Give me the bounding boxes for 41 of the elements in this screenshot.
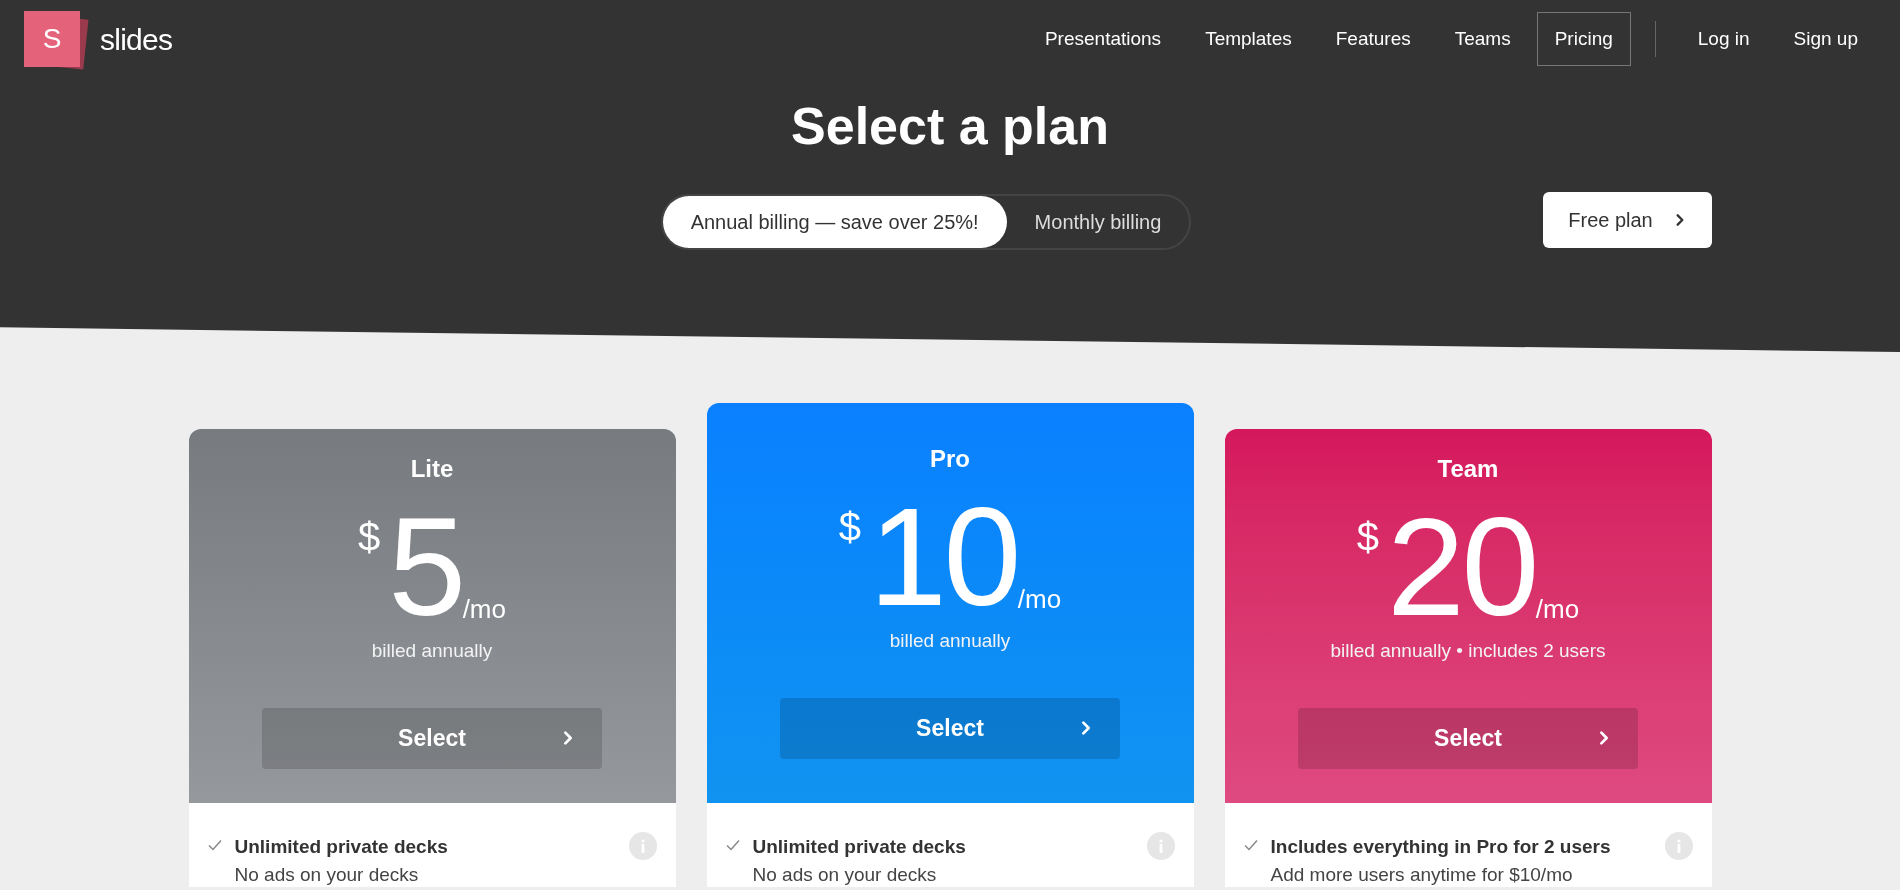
select-button[interactable]: Select xyxy=(262,707,602,769)
plan-name: Pro xyxy=(930,444,970,474)
check-icon xyxy=(206,837,223,853)
plan-name: Team xyxy=(1437,454,1499,484)
plan-name: Lite xyxy=(410,454,454,484)
account-link[interactable]: Log in xyxy=(1679,12,1768,66)
plan-price: 10 xyxy=(869,487,1018,627)
select-button[interactable]: Select xyxy=(780,697,1120,759)
price-period: /mo xyxy=(1535,594,1580,626)
price-period: /mo xyxy=(462,594,506,626)
nav-link[interactable]: Templates xyxy=(1187,11,1310,67)
account-link[interactable]: Sign up xyxy=(1775,12,1876,66)
currency-symbol: $ xyxy=(838,504,862,551)
info-icon[interactable] xyxy=(1145,831,1176,861)
billing-note: billed annually • includes 2 users xyxy=(1330,639,1606,663)
nav-link[interactable]: Pricing xyxy=(1536,11,1631,67)
select-button[interactable]: Select xyxy=(1298,707,1638,769)
billing-option[interactable]: Monthly billing xyxy=(1006,196,1190,248)
currency-symbol: $ xyxy=(1356,514,1380,561)
feature-detail: No ads on your decks xyxy=(752,862,938,887)
feature-title: Unlimited private decks xyxy=(752,835,967,859)
check-icon xyxy=(1242,837,1259,853)
free-plan-button[interactable]: Free plan xyxy=(1543,192,1712,248)
billing-option[interactable]: Annual billing — save over 25%! xyxy=(662,196,1007,248)
price-period: /mo xyxy=(1017,584,1062,616)
brand-name: slides xyxy=(100,21,173,58)
nav-link[interactable]: Teams xyxy=(1436,11,1529,67)
feature-title: Unlimited private decks xyxy=(234,835,449,859)
check-icon xyxy=(724,837,741,853)
info-icon[interactable] xyxy=(627,831,658,861)
feature-detail: Add more users anytime for $10/mo xyxy=(1270,862,1574,887)
nav-link[interactable]: Presentations xyxy=(1026,11,1180,67)
plan-price: 20 xyxy=(1387,497,1536,637)
feature-detail: No ads on your decks xyxy=(234,862,420,887)
info-icon[interactable] xyxy=(1663,831,1694,861)
billing-note: billed annually xyxy=(889,629,1011,653)
billing-note: billed annually xyxy=(371,639,493,663)
plan-price: 5 xyxy=(388,497,463,637)
nav-link[interactable]: Features xyxy=(1317,11,1429,67)
currency-symbol: $ xyxy=(358,514,381,561)
feature-title: Includes everything in Pro for 2 users xyxy=(1270,835,1612,859)
